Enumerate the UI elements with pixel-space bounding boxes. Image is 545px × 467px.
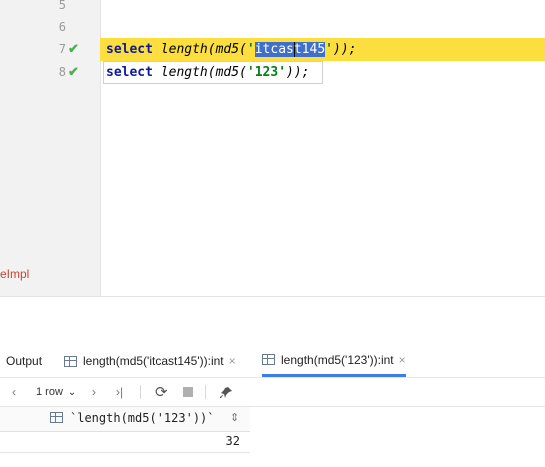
close-icon[interactable]: × bbox=[399, 353, 406, 367]
stop-icon[interactable] bbox=[183, 378, 193, 406]
results-tab-bar: Output length(md5('itcast145')):int × le… bbox=[0, 345, 545, 378]
pin-icon[interactable] bbox=[220, 378, 233, 406]
rows-label: 1 row bbox=[36, 386, 63, 398]
function-call: length(md5( bbox=[152, 42, 247, 57]
string-quote: ' bbox=[325, 42, 333, 57]
arrow-left-icon[interactable]: ‹ bbox=[12, 378, 16, 406]
line-number: 6 bbox=[58, 20, 66, 34]
project-panel-edge bbox=[0, 0, 47, 296]
tab-output[interactable]: Output bbox=[6, 345, 42, 377]
grid-cell[interactable]: 32 bbox=[200, 434, 240, 448]
selected-text-part: itcas bbox=[254, 42, 294, 57]
project-tree-item[interactable]: eImpl bbox=[0, 267, 29, 281]
column-type-icon bbox=[50, 412, 63, 423]
grid-row-divider bbox=[0, 452, 250, 453]
tab-result-123[interactable]: length(md5('123')):int × bbox=[262, 345, 406, 377]
line-number: 7 bbox=[58, 42, 66, 56]
tab-label: length(md5('123')):int bbox=[281, 352, 394, 367]
close-icon[interactable]: × bbox=[229, 354, 236, 368]
grid-header: `length(md5('123'))` ⇕ bbox=[0, 407, 250, 432]
function-close: )); bbox=[286, 65, 310, 80]
rows-dropdown[interactable]: 1 row ⌄ bbox=[36, 378, 76, 406]
string-quote: ' bbox=[246, 42, 255, 57]
column-header[interactable]: `length(md5('123'))` bbox=[70, 411, 215, 425]
code-line-7[interactable]: select length(md5('itcast145')); bbox=[106, 41, 356, 59]
function-close: )); bbox=[333, 42, 357, 57]
checkmark-icon: ✔ bbox=[68, 41, 79, 56]
line-number: 8 bbox=[58, 65, 66, 79]
tab-result-itcast145[interactable]: length(md5('itcast145')):int × bbox=[64, 345, 236, 377]
checkmark-icon: ✔ bbox=[68, 64, 79, 79]
line-number: 5 bbox=[58, 0, 66, 12]
chevron-down-icon: ⌄ bbox=[67, 386, 77, 398]
table-icon bbox=[64, 355, 77, 367]
toolbar-separator bbox=[205, 385, 206, 399]
refresh-icon[interactable]: ⟳ bbox=[155, 378, 168, 406]
results-toolbar: ‹ 1 row ⌄ › ›| ⟳ bbox=[0, 378, 545, 407]
sort-icon[interactable]: ⇕ bbox=[230, 411, 239, 424]
keyword: select bbox=[106, 42, 153, 57]
string-literal: '123' bbox=[246, 65, 287, 80]
last-page-icon[interactable]: ›| bbox=[116, 378, 123, 406]
function-call: length(md5( bbox=[152, 65, 247, 80]
toolbar-separator bbox=[140, 385, 141, 399]
table-icon bbox=[262, 354, 275, 365]
selected-text-part: t145 bbox=[293, 42, 326, 57]
tab-label: length(md5('itcast145')):int bbox=[83, 354, 224, 368]
selected-text: itcast145 bbox=[254, 42, 326, 57]
tab-label: Output bbox=[6, 354, 43, 368]
arrow-right-icon[interactable]: › bbox=[92, 378, 96, 406]
panel-divider bbox=[0, 296, 545, 297]
keyword: select bbox=[106, 65, 153, 80]
code-line-8[interactable]: select length(md5('123')); bbox=[106, 64, 310, 82]
